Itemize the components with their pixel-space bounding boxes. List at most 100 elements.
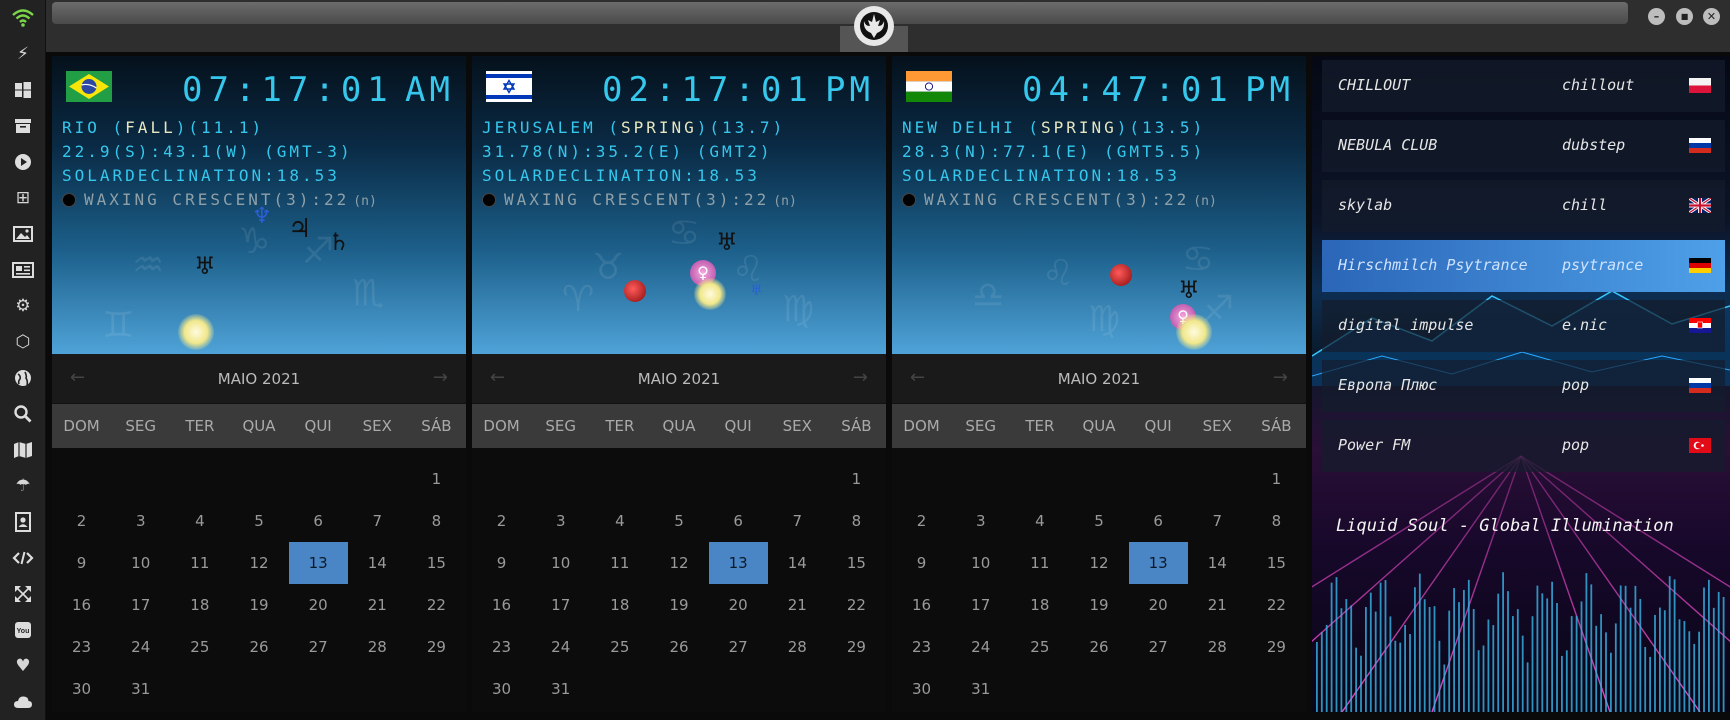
calendar-day[interactable]: 3 [111, 500, 170, 542]
calendar-day[interactable]: 2 [892, 500, 951, 542]
calendar-day[interactable]: 29 [827, 626, 886, 668]
map-icon[interactable] [11, 438, 35, 462]
calendar-day[interactable]: 18 [590, 584, 649, 626]
image-icon[interactable] [11, 222, 35, 246]
windows-icon[interactable] [11, 78, 35, 102]
calendar-day[interactable]: 16 [52, 584, 111, 626]
calendar-day[interactable]: 12 [229, 542, 288, 584]
address-bar[interactable] [52, 2, 1628, 24]
calendar-day[interactable]: 27 [289, 626, 348, 668]
calendar-day[interactable]: 17 [111, 584, 170, 626]
calendar-day[interactable]: 4 [170, 500, 229, 542]
heart-icon[interactable]: ♥ [11, 654, 35, 678]
calendar-day[interactable]: 30 [52, 668, 111, 710]
calendar-day[interactable]: 27 [709, 626, 768, 668]
calendar-day[interactable]: 16 [472, 584, 531, 626]
calendar-day[interactable]: 16 [892, 584, 951, 626]
calendar-day[interactable]: 31 [111, 668, 170, 710]
calendar-day[interactable]: 28 [768, 626, 827, 668]
lightning-icon[interactable]: ⚡ [11, 42, 35, 66]
calendar-day[interactable]: 1 [1247, 458, 1306, 500]
calendar-day[interactable]: 25 [170, 626, 229, 668]
calendar-day[interactable]: 26 [229, 626, 288, 668]
calendar-day[interactable]: 4 [1010, 500, 1069, 542]
calendar-day[interactable]: 25 [1010, 626, 1069, 668]
calendar-day[interactable]: 20 [1129, 584, 1188, 626]
calendar-day[interactable]: 19 [1069, 584, 1128, 626]
calendar-day[interactable]: 2 [472, 500, 531, 542]
calendar-day[interactable]: 29 [1247, 626, 1306, 668]
calendar-day[interactable]: 12 [1069, 542, 1128, 584]
calendar-day[interactable]: 9 [472, 542, 531, 584]
calendar-day[interactable]: 15 [827, 542, 886, 584]
calendar-day[interactable]: 19 [229, 584, 288, 626]
expand-icon[interactable] [11, 582, 35, 606]
calendar-day[interactable]: 26 [1069, 626, 1128, 668]
calendar-day[interactable]: 5 [649, 500, 708, 542]
calendar-day[interactable]: 18 [170, 584, 229, 626]
station-item[interactable]: CHILLOUT chillout [1322, 60, 1725, 112]
calendar-next-arrow-icon[interactable]: → [1273, 367, 1288, 388]
calendar-day[interactable]: 11 [170, 542, 229, 584]
close-button[interactable]: ✕ [1703, 8, 1720, 25]
calendar-day[interactable]: 5 [229, 500, 288, 542]
calendar-day[interactable]: 21 [348, 584, 407, 626]
cloud-icon[interactable] [11, 690, 35, 714]
calendar-day[interactable]: 8 [827, 500, 886, 542]
calendar-day[interactable]: 22 [1247, 584, 1306, 626]
calendar-day[interactable]: 7 [768, 500, 827, 542]
hexagon-icon[interactable]: ⬡ [11, 330, 35, 354]
maximize-button[interactable]: ■ [1676, 8, 1693, 25]
map-fold-icon[interactable]: ⊞ [11, 186, 35, 210]
umbrella-icon[interactable]: ☂ [11, 474, 35, 498]
youtube-icon[interactable]: You [11, 618, 35, 642]
calendar-day[interactable]: 9 [52, 542, 111, 584]
calendar-day[interactable]: 20 [709, 584, 768, 626]
calendar-day[interactable]: 29 [407, 626, 466, 668]
calendar-day[interactable]: 17 [951, 584, 1010, 626]
calendar-day[interactable]: 3 [951, 500, 1010, 542]
calendar-day[interactable]: 30 [472, 668, 531, 710]
calendar-day[interactable]: 6 [709, 500, 768, 542]
calendar-day[interactable]: 4 [590, 500, 649, 542]
calendar-day[interactable]: 28 [1188, 626, 1247, 668]
calendar-day[interactable]: 19 [649, 584, 708, 626]
calendar-day[interactable]: 26 [649, 626, 708, 668]
calendar-day[interactable]: 9 [892, 542, 951, 584]
rebel-alliance-logo-icon[interactable] [854, 6, 894, 46]
calendar-day[interactable]: 8 [1247, 500, 1306, 542]
calendar-day[interactable]: 20 [289, 584, 348, 626]
calendar-day[interactable]: 28 [348, 626, 407, 668]
station-item[interactable]: Power FM pop [1322, 420, 1725, 472]
calendar-day[interactable]: 10 [951, 542, 1010, 584]
calendar-next-arrow-icon[interactable]: → [433, 367, 448, 388]
calendar-day[interactable]: 21 [1188, 584, 1247, 626]
calendar-day[interactable]: 11 [590, 542, 649, 584]
calendar-day[interactable]: 17 [531, 584, 590, 626]
calendar-day[interactable]: 14 [1188, 542, 1247, 584]
calendar-day[interactable]: 7 [1188, 500, 1247, 542]
calendar-day[interactable]: 24 [111, 626, 170, 668]
play-icon[interactable] [11, 150, 35, 174]
archive-icon[interactable] [11, 114, 35, 138]
station-item[interactable]: digital impulse e.nic [1322, 300, 1725, 352]
calendar-day[interactable]: 8 [407, 500, 466, 542]
globe-icon[interactable] [11, 366, 35, 390]
minimize-button[interactable]: – [1648, 8, 1665, 25]
calendar-day[interactable]: 23 [472, 626, 531, 668]
calendar-day[interactable]: 3 [531, 500, 590, 542]
calendar-day[interactable]: 23 [892, 626, 951, 668]
calendar-day-selected[interactable]: 13 [1128, 542, 1188, 584]
cog-icon[interactable]: ⚙ [11, 294, 35, 318]
calendar-day[interactable]: 7 [348, 500, 407, 542]
calendar-day[interactable]: 2 [52, 500, 111, 542]
calendar-day[interactable]: 12 [649, 542, 708, 584]
code-icon[interactable] [11, 546, 35, 570]
calendar-day[interactable]: 10 [531, 542, 590, 584]
contacts-icon[interactable] [11, 510, 35, 534]
calendar-day[interactable]: 6 [1129, 500, 1188, 542]
calendar-day[interactable]: 24 [531, 626, 590, 668]
calendar-day[interactable]: 30 [892, 668, 951, 710]
calendar-day[interactable]: 21 [768, 584, 827, 626]
calendar-day[interactable]: 14 [348, 542, 407, 584]
